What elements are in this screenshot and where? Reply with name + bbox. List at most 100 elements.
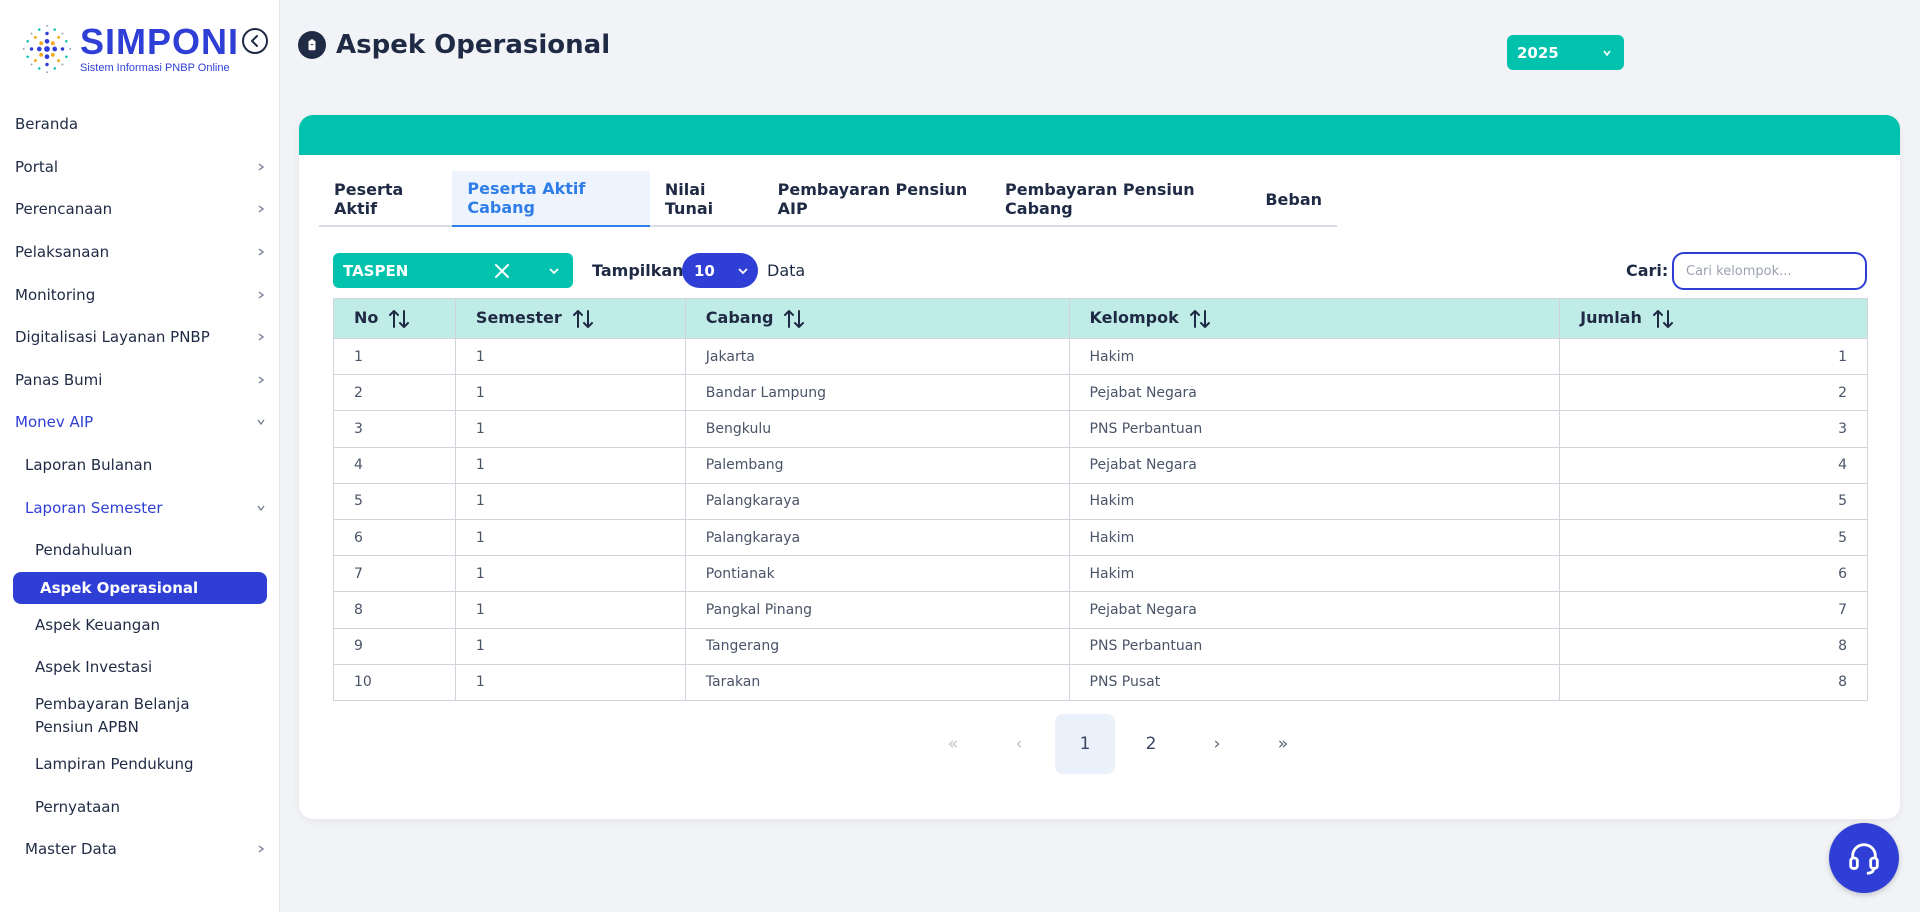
table-cell: 1 xyxy=(454,555,686,593)
sidebar-item-label: Portal xyxy=(15,157,59,176)
sort-icon[interactable] xyxy=(572,309,594,329)
logo-subtitle: Sistem Informasi PNBP Online xyxy=(80,62,230,74)
column-header[interactable]: Semester xyxy=(454,298,686,339)
table-cell: 1 xyxy=(454,410,686,448)
column-header[interactable]: Kelompok xyxy=(1068,298,1561,339)
sidebar-item-label: Panas Bumi xyxy=(15,370,103,389)
chevron-right-icon xyxy=(258,205,265,214)
tab-pembayaran-pensiun-aip[interactable]: Pembayaran Pensiun AIP xyxy=(763,171,990,227)
table-cell: PNS Perbantuan xyxy=(1068,410,1561,448)
sidebar-item-beranda[interactable]: Beranda xyxy=(0,103,279,146)
table-cell: 3 xyxy=(333,410,456,448)
sidebar-item-perencanaan[interactable]: Perencanaan xyxy=(0,188,279,231)
sidebar-item-label: Pernyataan xyxy=(35,797,120,816)
table-cell: Bengkulu xyxy=(684,410,1070,448)
search-input[interactable] xyxy=(1672,252,1867,290)
per-page-value: 10 xyxy=(694,261,715,280)
filter-select[interactable]: TASPEN xyxy=(333,253,573,288)
table-row: 2 1 Bandar Lampung Pejabat Negara 2 xyxy=(333,374,1868,412)
table-cell: Hakim xyxy=(1068,518,1561,557)
column-header[interactable]: Jumlah xyxy=(1559,298,1868,339)
table-cell: Pangkal Pinang xyxy=(684,591,1070,629)
sidebar-item-laporan-bulanan[interactable]: Laporan Bulanan xyxy=(0,444,279,487)
page-button-1[interactable]: 1 xyxy=(1055,714,1115,774)
tab-nilai-tunai[interactable]: Nilai Tunai xyxy=(650,171,763,227)
table-cell: 7 xyxy=(333,555,456,593)
sidebar-item-monev-aip[interactable]: Monev AIP xyxy=(0,401,279,444)
pagination: « ‹ 1 2 › » xyxy=(920,714,1316,774)
last-page-button[interactable]: » xyxy=(1250,714,1316,774)
page-header: Aspek Operasional xyxy=(298,30,610,60)
sort-icon[interactable] xyxy=(1189,309,1211,329)
card-header-band xyxy=(299,115,1900,155)
chevron-down-icon xyxy=(549,268,559,275)
sidebar-item-laporan-semester[interactable]: Laporan Semester xyxy=(0,486,279,529)
sidebar-item-pendahuluan[interactable]: Pendahuluan xyxy=(0,529,279,572)
table-row: 5 1 Palangkaraya Hakim 5 xyxy=(333,482,1868,520)
sidebar-item-panas-bumi[interactable]: Panas Bumi xyxy=(0,359,279,402)
prev-page-button[interactable]: ‹ xyxy=(986,714,1052,774)
tab-bar: Peserta Aktif Peserta Aktif Cabang Nilai… xyxy=(319,171,1337,227)
chevron-down-icon xyxy=(257,505,265,511)
table-cell: 1 xyxy=(1559,337,1868,376)
sidebar-item-aspek-investasi[interactable]: Aspek Investasi xyxy=(0,646,279,689)
page-button-2[interactable]: 2 xyxy=(1118,714,1184,774)
collapse-sidebar-button[interactable] xyxy=(242,28,268,54)
tab-peserta-aktif[interactable]: Peserta Aktif xyxy=(319,171,452,227)
year-select[interactable]: 2025 xyxy=(1507,35,1624,70)
table-cell: 8 xyxy=(1559,663,1868,701)
table-cell: 5 xyxy=(1559,482,1868,520)
sidebar-item-pembayaran-belanja-pensiun[interactable]: Pembayaran Belanja Pensiun APBN xyxy=(0,689,279,743)
first-page-button[interactable]: « xyxy=(920,714,986,774)
logo[interactable]: SIMPONI Sistem Informasi PNBP Online xyxy=(18,18,238,80)
sidebar-item-label: Digitalisasi Layanan PNBP xyxy=(15,328,210,347)
help-support-button[interactable] xyxy=(1829,823,1899,893)
per-page-select[interactable]: 10 xyxy=(682,253,758,288)
table-cell: 4 xyxy=(1559,446,1868,484)
sidebar-item-lampiran-pendukung[interactable]: Lampiran Pendukung xyxy=(0,743,279,786)
table-cell: Palangkaraya xyxy=(684,518,1070,557)
main-card: Peserta Aktif Peserta Aktif Cabang Nilai… xyxy=(299,115,1900,819)
sidebar-item-master-data[interactable]: Master Data xyxy=(0,828,279,871)
table-cell: Hakim xyxy=(1068,555,1561,593)
sidebar-item-label: Lampiran Pendukung xyxy=(35,755,194,774)
sidebar: SIMPONI Sistem Informasi PNBP Online Ber… xyxy=(0,0,280,912)
sidebar-item-aspek-operasional[interactable]: Aspek Operasional xyxy=(13,571,267,604)
chevron-down-icon xyxy=(257,420,265,426)
close-icon[interactable] xyxy=(493,262,511,280)
chevron-right-icon xyxy=(258,248,265,256)
table-cell: 1 xyxy=(454,663,686,701)
sidebar-item-portal[interactable]: Portal xyxy=(0,146,279,189)
sidebar-item-label: Monev AIP xyxy=(15,413,94,432)
tab-peserta-aktif-cabang[interactable]: Peserta Aktif Cabang xyxy=(452,171,650,227)
sidebar-item-digitalisasi[interactable]: Digitalisasi Layanan PNBP xyxy=(0,316,279,359)
table-cell: Palembang xyxy=(684,446,1070,484)
sidebar-item-label: Perencanaan xyxy=(15,200,113,219)
sort-icon[interactable] xyxy=(388,309,410,329)
clipboard-icon xyxy=(298,31,326,59)
column-header-label: Jumlah xyxy=(1580,308,1642,328)
sort-icon[interactable] xyxy=(1652,309,1674,329)
table-header-row: No Semester Cabang Kelompok Jumlah xyxy=(333,298,1868,339)
table-row: 3 1 Bengkulu PNS Perbantuan 3 xyxy=(333,410,1868,448)
sidebar-item-aspek-keuangan[interactable]: Aspek Keuangan xyxy=(0,604,279,647)
next-page-button[interactable]: › xyxy=(1184,714,1250,774)
table-cell: 1 xyxy=(454,446,686,484)
tab-beban[interactable]: Beban xyxy=(1250,171,1337,227)
table-row: 8 1 Pangkal Pinang Pejabat Negara 7 xyxy=(333,591,1868,629)
sidebar-item-monitoring[interactable]: Monitoring xyxy=(0,273,279,316)
sort-icon[interactable] xyxy=(783,309,805,329)
table-cell: 7 xyxy=(1559,591,1868,629)
column-header[interactable]: Cabang xyxy=(684,298,1070,339)
sidebar-item-pelaksanaan[interactable]: Pelaksanaan xyxy=(0,231,279,274)
table-cell: Pontianak xyxy=(684,555,1070,593)
sidebar-item-label: Laporan Bulanan xyxy=(25,456,153,475)
tab-pembayaran-pensiun-cabang[interactable]: Pembayaran Pensiun Cabang xyxy=(990,171,1250,227)
chevron-down-icon xyxy=(1603,50,1611,56)
table-cell: PNS Pusat xyxy=(1068,663,1561,701)
sidebar-item-pernyataan[interactable]: Pernyataan xyxy=(0,785,279,828)
table-cell: 1 xyxy=(454,518,686,557)
column-header[interactable]: No xyxy=(333,298,456,339)
chevron-right-icon xyxy=(258,376,265,384)
sidebar-item-label: Monitoring xyxy=(15,285,96,304)
